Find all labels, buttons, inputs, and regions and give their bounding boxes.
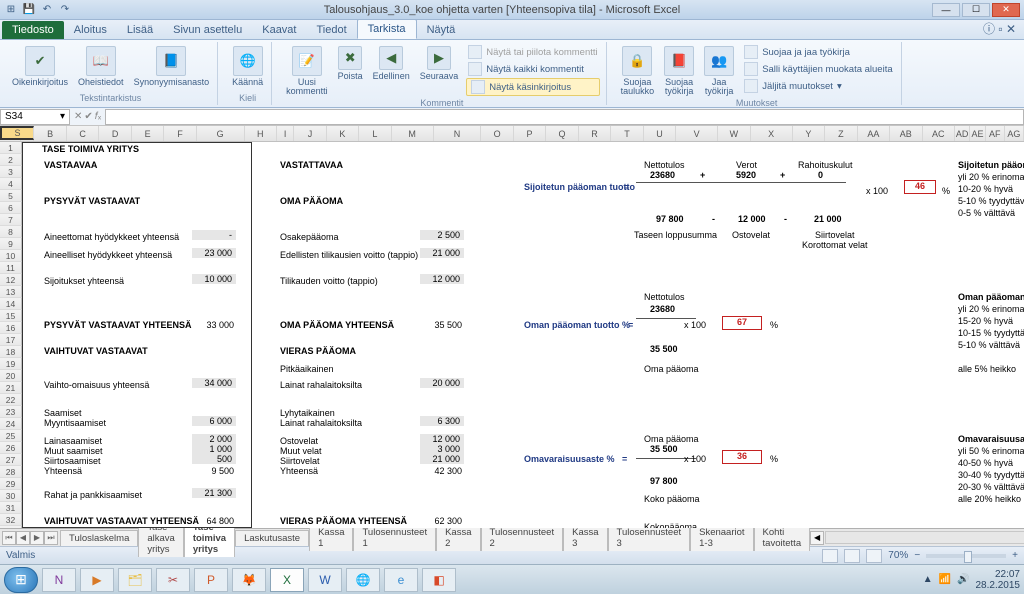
sheet-tab[interactable]: Kassa 1 [309,524,353,551]
tab-nayta[interactable]: Näytä [417,21,466,39]
taskbar-word-icon[interactable]: W [308,568,342,592]
sheet-nav[interactable]: ⏮◀▶⏭ [0,531,60,545]
protect-workbook-button[interactable]: 📕Suojaa työkirja [662,44,696,98]
taskbar-media-icon[interactable]: ▶ [80,568,114,592]
sheet-tab[interactable]: Skenaariot 1-3 [690,524,753,551]
sheet-tab[interactable]: Tulosennusteet 2 [481,524,564,551]
taskbar-snip-icon[interactable]: ✂ [156,568,190,592]
windows-taskbar: ⊞ N ▶ 🗂 ✂ P 🦊 X W 🌐 e ◧ ▲ 📶 🔊 22:0728.2.… [0,564,1024,594]
status-ready: Valmis [6,550,35,561]
share-workbook-button[interactable]: 👥Jaa työkirja [702,44,736,98]
tab-lisaa[interactable]: Lisää [117,21,163,39]
zoom-out-icon[interactable]: − [914,550,920,561]
view-normal-icon[interactable] [822,549,838,563]
start-button[interactable]: ⊞ [4,567,38,593]
sheet-title: TASE TOIMIVA YRITYS [40,144,141,154]
undo-icon[interactable]: ↶ [40,3,54,17]
sheet-tab-bar: ⏮◀▶⏭ Tuloslaskelma Tase alkava yritys Ta… [0,528,1024,546]
taskbar-powerpoint-icon[interactable]: P [194,568,228,592]
system-tray[interactable]: ▲ 📶 🔊 22:0728.2.2015 [923,569,1020,591]
tab-file[interactable]: Tiedosto [2,21,64,39]
show-hide-comment[interactable]: Näytä tai piilota kommentti [466,44,599,60]
allow-users[interactable]: Salli käyttäjien muokata alueita [742,61,894,77]
close-button[interactable]: ✕ [992,3,1020,17]
quick-access-toolbar: ⊞ 💾 ↶ ↷ [4,3,72,17]
help-icon[interactable]: ⓘ ▫ ✕ [975,18,1024,39]
minimize-button[interactable]: — [932,3,960,17]
tray-clock[interactable]: 22:0728.2.2015 [976,569,1021,591]
new-comment-button[interactable]: 📝Uusi kommentti [284,44,330,98]
group-kommentit: 📝Uusi kommentti ✖Poista ◀Edellinen ▶Seur… [278,42,607,105]
group-kieli: 🌐Käännä Kieli [224,42,272,105]
protect-sheet-button[interactable]: 🔒Suojaa taulukko [619,44,657,98]
save-icon[interactable]: 💾 [22,3,36,17]
next-comment-button[interactable]: ▶Seuraava [418,44,461,83]
title-bar: ⊞ 💾 ↶ ↷ Talousohjaus_3.0_koe ohjetta var… [0,0,1024,20]
group-muutokset: 🔒Suojaa taulukko 📕Suojaa työkirja 👥Jaa t… [613,42,902,105]
window-title: Talousohjaus_3.0_koe ohjetta varten [Yht… [72,4,932,16]
window-buttons: — ☐ ✕ [932,3,1020,17]
tab-tarkista[interactable]: Tarkista [357,19,417,39]
row-headers[interactable]: 1234567891011121314151617181920212223242… [0,142,22,528]
sheet-tab[interactable]: Laskutusaste [235,530,309,546]
taskbar-excel-icon[interactable]: X [270,568,304,592]
column-headers[interactable]: A B C D E F G H I J K L M N O P Q R S T … [0,126,1024,142]
spreadsheet-grid[interactable]: A B C D E F G H I J K L M N O P Q R S T … [0,126,1024,528]
sheet-tab[interactable]: Kassa 3 [563,524,607,551]
track-changes[interactable]: Jäljitä muutokset ▾ [742,78,894,94]
zoom-in-icon[interactable]: + [1012,550,1018,561]
sheet-tab[interactable]: Kohti tavoitetta [754,524,811,551]
taskbar-firefox-icon[interactable]: 🦊 [232,568,266,592]
research-button[interactable]: 📖Oheistiedot [76,44,126,89]
fx-buttons[interactable]: ✕✔𝑓ₓ [70,111,105,122]
tab-kaavat[interactable]: Kaavat [252,21,306,39]
tab-aloitus[interactable]: Aloitus [64,21,117,39]
sheet-content: TASE TOIMIVA YRITYS VASTAAVAA PYSYVÄT VA… [22,142,1024,528]
sheet-tab[interactable]: Tulosennusteet 1 [353,524,436,551]
spelling-button[interactable]: ✔Oikeinkirjoitus [10,44,70,89]
horizontal-scroll[interactable]: ◀▶ [810,531,1024,545]
formula-bar[interactable] [105,109,1024,125]
thesaurus-button[interactable]: 📘Synonyymisanasto [132,44,212,89]
taskbar-explorer-icon[interactable]: 🗂 [118,568,152,592]
taskbar-onenote-icon[interactable]: N [42,568,76,592]
name-box[interactable]: S34▾ [0,109,70,125]
sheet-tab[interactable]: Kassa 2 [436,524,480,551]
sheet-tab[interactable]: Tulosennusteet 3 [608,524,691,551]
tab-tiedot[interactable]: Tiedot [306,21,356,39]
redo-icon[interactable]: ↷ [58,3,72,17]
delete-comment-button[interactable]: ✖Poista [336,44,365,83]
maximize-button[interactable]: ☐ [962,3,990,17]
taskbar-ie-icon[interactable]: e [384,568,418,592]
zoom-level[interactable]: 70% [888,550,908,561]
ribbon-tabs: Tiedosto Aloitus Lisää Sivun asettelu Ka… [0,20,1024,40]
taskbar-app-icon[interactable]: ◧ [422,568,456,592]
sheet-tab[interactable]: Tuloslaskelma [60,530,138,546]
show-all-comments[interactable]: Näytä kaikki kommentit [466,61,599,77]
tab-asettelu[interactable]: Sivun asettelu [163,21,252,39]
group-tekstintarkistus: ✔Oikeinkirjoitus 📖Oheistiedot 📘Synonyymi… [4,42,218,105]
zoom-slider[interactable] [926,554,1006,558]
view-layout-icon[interactable] [844,549,860,563]
ribbon: ✔Oikeinkirjoitus 📖Oheistiedot 📘Synonyymi… [0,40,1024,108]
formula-bar-row: S34▾ ✕✔𝑓ₓ [0,108,1024,126]
translate-button[interactable]: 🌐Käännä [230,44,265,89]
show-ink[interactable]: Näytä käsinkirjoitus [466,78,599,96]
protect-share[interactable]: Suojaa ja jaa työkirja [742,44,894,60]
view-break-icon[interactable] [866,549,882,563]
excel-icon: ⊞ [4,3,18,17]
prev-comment-button[interactable]: ◀Edellinen [371,44,412,83]
taskbar-chrome-icon[interactable]: 🌐 [346,568,380,592]
